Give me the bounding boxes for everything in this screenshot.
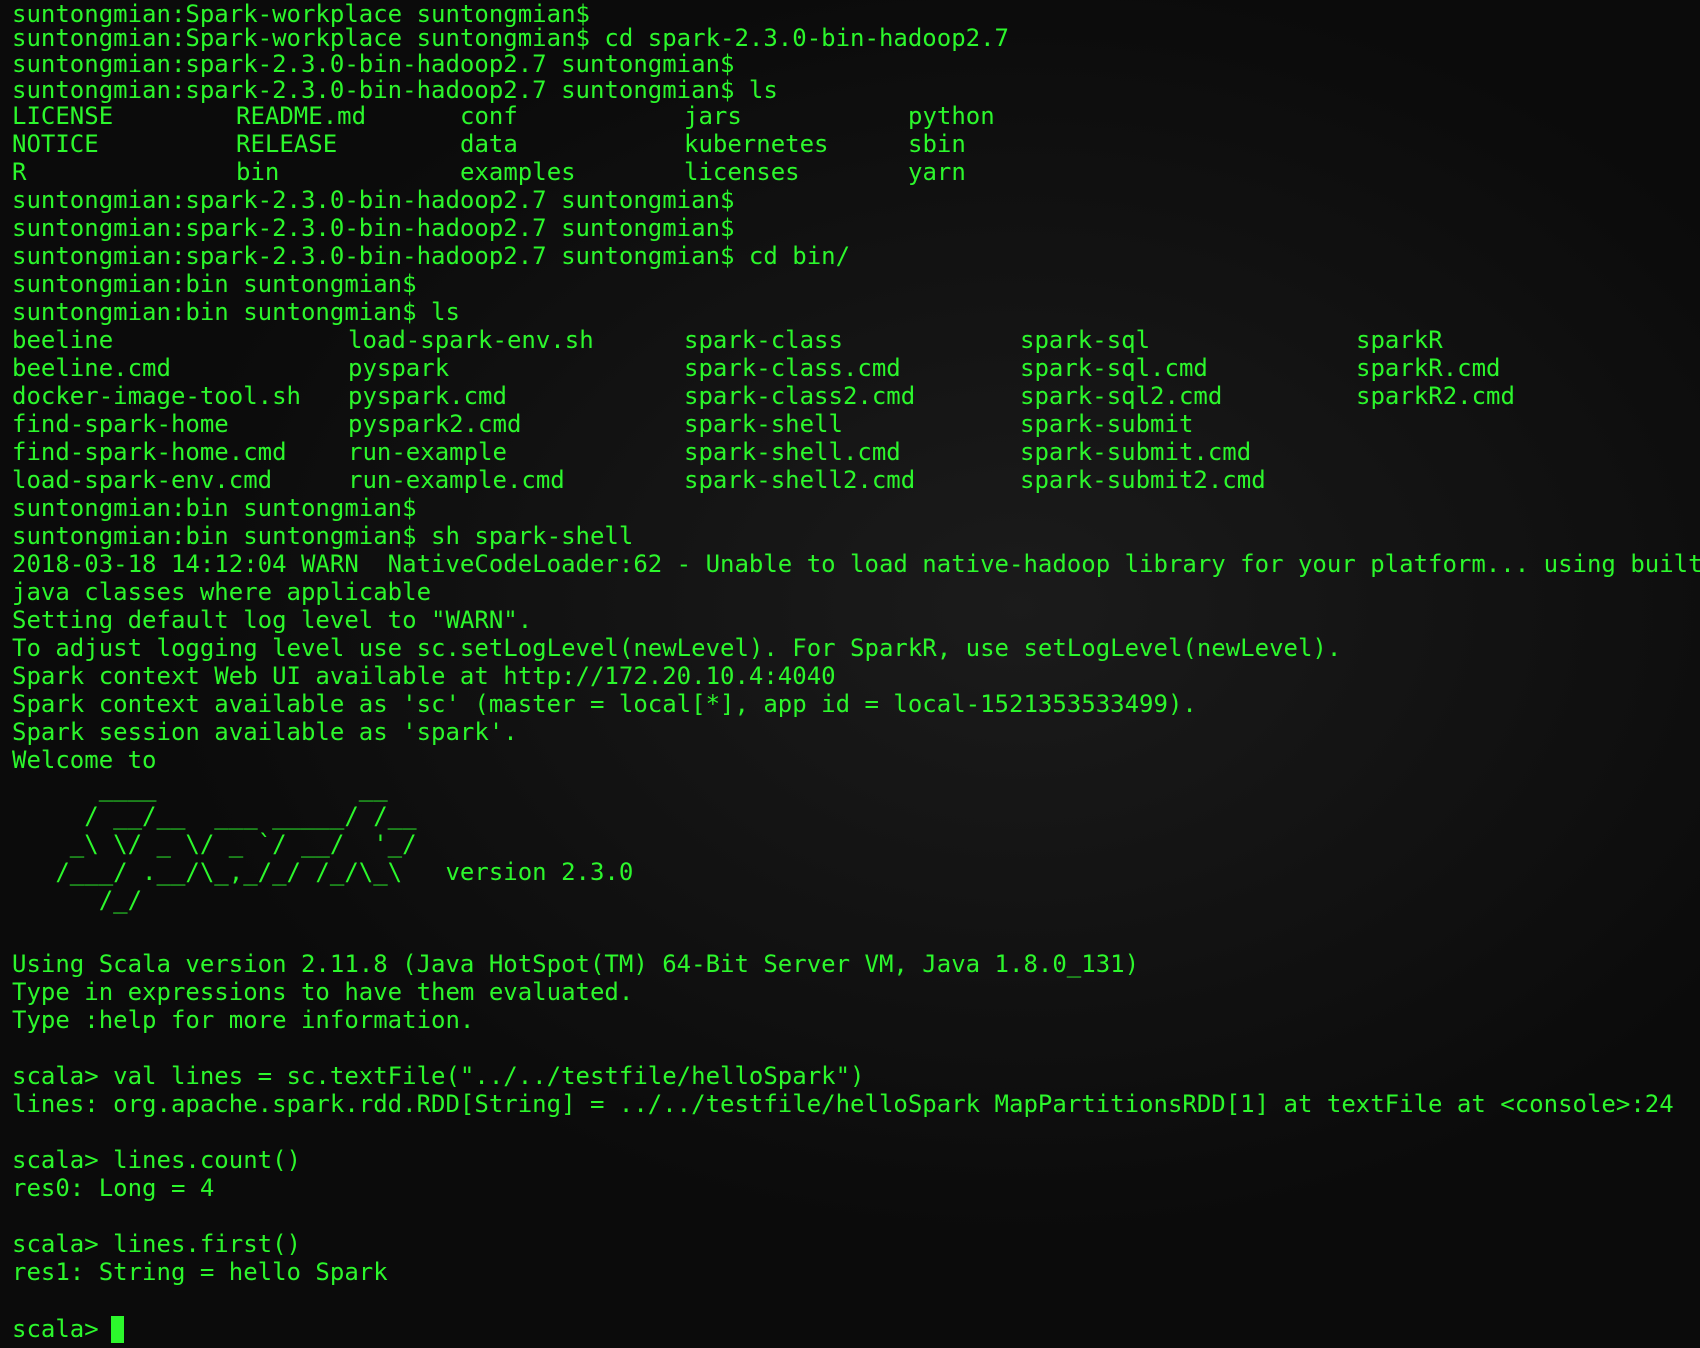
- ls-entry: spark-shell2.cmd: [684, 466, 916, 494]
- ls-entry: jars: [684, 102, 742, 130]
- ls-entry: sparkR2.cmd: [1356, 382, 1515, 410]
- spark-ascii-banner: ____ __ / __/__ ___ _____/ /__ _\ \/ _ \…: [55, 774, 634, 914]
- prompt-line: suntongmian:Spark-workplace suntongmian$…: [12, 24, 1009, 52]
- ls-entry: licenses: [684, 158, 800, 186]
- repl-output: res0: Long = 4: [12, 1174, 215, 1202]
- ls-entry: spark-shell.cmd: [684, 438, 901, 466]
- repl-prompt[interactable]: scala>: [12, 1315, 113, 1343]
- ls-entry: NOTICE: [12, 130, 99, 158]
- ls-entry: spark-submit2.cmd: [1020, 466, 1266, 494]
- info-line: Using Scala version 2.11.8 (Java HotSpot…: [12, 950, 1140, 978]
- log-line: Spark session available as 'spark'.: [12, 718, 518, 746]
- ls-entry: spark-sql2.cmd: [1020, 382, 1223, 410]
- ls-entry: spark-submit.cmd: [1020, 438, 1252, 466]
- log-line: Setting default log level to "WARN".: [12, 606, 533, 634]
- ls-entry: beeline: [12, 326, 114, 354]
- log-line: Spark context Web UI available at http:/…: [12, 662, 836, 690]
- ls-entry: spark-sql.cmd: [1020, 354, 1208, 382]
- ls-entry: docker-image-tool.sh: [12, 382, 301, 410]
- log-line: Spark context available as 'sc' (master …: [12, 690, 1197, 718]
- ls-entry: spark-shell: [684, 410, 843, 438]
- ls-entry: find-spark-home.cmd: [12, 438, 287, 466]
- repl-input: scala> lines.count(): [12, 1146, 301, 1174]
- ls-entry: LICENSE: [12, 102, 114, 130]
- log-line: 2018-03-18 14:12:04 WARN NativeCodeLoade…: [12, 550, 1700, 578]
- prompt-line: suntongmian:bin suntongmian$: [12, 270, 417, 298]
- ls-entry: beeline.cmd: [12, 354, 171, 382]
- ls-entry: pyspark2.cmd: [348, 410, 522, 438]
- repl-input: scala> val lines = sc.textFile("../../te…: [12, 1062, 865, 1090]
- info-line: Type in expressions to have them evaluat…: [12, 978, 634, 1006]
- log-line: To adjust logging level use sc.setLogLev…: [12, 634, 1342, 662]
- ls-entry: run-example: [348, 438, 507, 466]
- ls-entry: kubernetes: [684, 130, 829, 158]
- log-line: Welcome to: [12, 746, 157, 774]
- ls-entry: python: [908, 102, 995, 130]
- ls-entry: spark-sql: [1020, 326, 1151, 354]
- prompt-line: suntongmian:spark-2.3.0-bin-hadoop2.7 su…: [12, 214, 735, 242]
- ls-entry: spark-class.cmd: [684, 354, 901, 382]
- ls-entry: sparkR: [1356, 326, 1443, 354]
- ls-entry: sparkR.cmd: [1356, 354, 1501, 382]
- ls-entry: run-example.cmd: [348, 466, 565, 494]
- prompt-line: suntongmian:spark-2.3.0-bin-hadoop2.7 su…: [12, 186, 735, 214]
- ls-entry: README.md: [236, 102, 367, 130]
- repl-input: scala> lines.first(): [12, 1230, 301, 1258]
- ls-entry: spark-class: [684, 326, 843, 354]
- repl-output: lines: org.apache.spark.rdd.RDD[String] …: [12, 1090, 1674, 1118]
- ls-entry: examples: [460, 158, 576, 186]
- prompt-line: suntongmian:bin suntongmian$: [12, 494, 417, 522]
- ls-entry: yarn: [908, 158, 966, 186]
- ls-entry: load-spark-env.cmd: [12, 466, 273, 494]
- prompt-line: suntongmian:spark-2.3.0-bin-hadoop2.7 su…: [12, 76, 778, 104]
- repl-output: res1: String = hello Spark: [12, 1258, 388, 1286]
- prompt-line: suntongmian:spark-2.3.0-bin-hadoop2.7 su…: [12, 50, 735, 78]
- ls-entry: sbin: [908, 130, 966, 158]
- ls-entry: bin: [236, 158, 280, 186]
- info-line: Type :help for more information.: [12, 1006, 475, 1034]
- ls-entry: pyspark: [348, 354, 450, 382]
- prompt-line: suntongmian:bin suntongmian$ sh spark-sh…: [12, 522, 634, 550]
- ls-entry: conf: [460, 102, 518, 130]
- ls-entry: spark-submit: [1020, 410, 1194, 438]
- text-cursor: [111, 1316, 124, 1343]
- ls-entry: spark-class2.cmd: [684, 382, 916, 410]
- ls-entry: RELEASE: [236, 130, 338, 158]
- log-line: java classes where applicable: [12, 578, 432, 606]
- terminal-window[interactable]: suntongmian:Spark-workplace suntongmian$…: [0, 0, 1700, 1348]
- ls-entry: load-spark-env.sh: [348, 326, 594, 354]
- ls-entry: find-spark-home: [12, 410, 229, 438]
- ls-entry: data: [460, 130, 518, 158]
- ls-entry: pyspark.cmd: [348, 382, 507, 410]
- ls-entry: R: [12, 158, 27, 186]
- prompt-line: suntongmian:spark-2.3.0-bin-hadoop2.7 su…: [12, 242, 851, 270]
- prompt-line: suntongmian:bin suntongmian$ ls: [12, 298, 460, 326]
